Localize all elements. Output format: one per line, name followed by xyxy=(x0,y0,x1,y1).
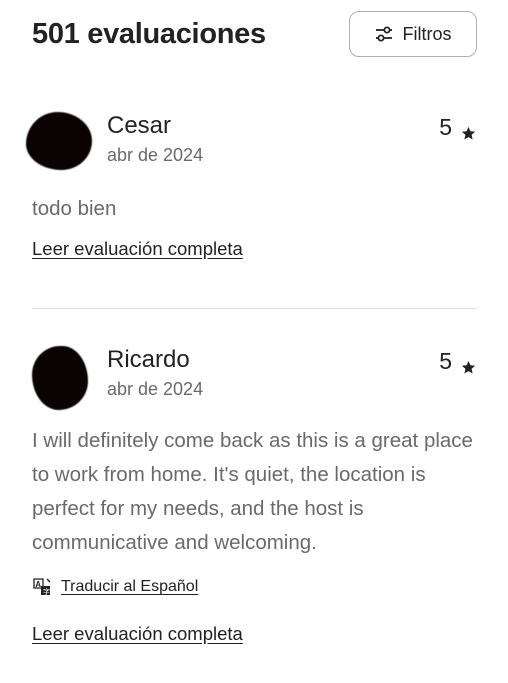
review-text: I will definitely come back as this is a… xyxy=(32,429,473,554)
star-icon xyxy=(461,120,476,140)
translate-row: A 字 Traducir al Español xyxy=(32,577,476,597)
reviewer-row: Cesar abr de 2024 5 xyxy=(26,108,476,170)
read-full-review-link[interactable]: Leer evaluación completa xyxy=(32,623,243,645)
review-date: abr de 2024 xyxy=(107,145,204,165)
svg-text:A: A xyxy=(35,580,41,589)
rating-value: 5 xyxy=(439,348,452,374)
avatar[interactable] xyxy=(32,346,88,410)
sliders-icon xyxy=(375,25,393,43)
review-item: Cesar abr de 2024 5 todo bien Leer evalu… xyxy=(26,108,476,260)
review-rating: 5 xyxy=(439,114,476,141)
page-title: 501 evaluaciones xyxy=(32,17,266,50)
translate-link[interactable]: Traducir al Español xyxy=(61,578,198,596)
review-date: abr de 2024 xyxy=(107,379,204,399)
reviewer-name[interactable]: Ricardo xyxy=(107,346,190,374)
avatar[interactable] xyxy=(26,112,92,170)
reviews-header: 501 evaluaciones Filtros xyxy=(32,10,477,58)
star-icon xyxy=(461,354,476,374)
divider xyxy=(32,308,476,309)
reviewer-row: Ricardo abr de 2024 5 xyxy=(32,342,476,410)
filters-label: Filtros xyxy=(402,23,452,44)
review-text: todo bien xyxy=(32,197,117,220)
reviewer-name[interactable]: Cesar xyxy=(107,112,171,140)
review-rating: 5 xyxy=(439,348,476,375)
read-full-review-link[interactable]: Leer evaluación completa xyxy=(32,238,243,260)
filters-button[interactable]: Filtros xyxy=(349,11,477,57)
review-item: Ricardo abr de 2024 5 I will definitely … xyxy=(32,342,476,645)
translate-icon: A 字 xyxy=(32,577,52,597)
svg-text:字: 字 xyxy=(43,587,50,596)
rating-value: 5 xyxy=(439,114,452,140)
